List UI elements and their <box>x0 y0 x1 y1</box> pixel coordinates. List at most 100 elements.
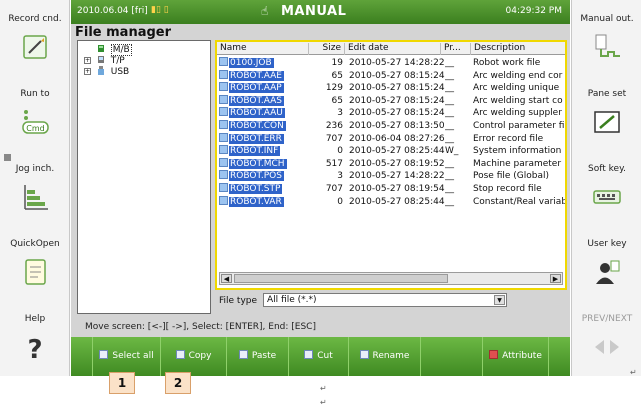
file-description: Arc welding suppler <box>473 108 562 119</box>
file-name: 0100.JOB <box>229 58 274 68</box>
folder-tree[interactable]: M/B + T/P + USB <box>77 40 211 314</box>
file-icon <box>219 170 228 180</box>
file-name-cell: ROBOT.VAR <box>219 195 315 208</box>
file-row[interactable]: ROBOT.AAE 65 2010-05-27 08:15:24 __ Arc weld… <box>217 69 565 82</box>
file-size: 19 <box>331 58 343 68</box>
prev-next-label: PREV/NEXT <box>581 314 633 324</box>
file-size: 707 <box>325 133 343 144</box>
scroll-right-arrow-icon[interactable]: ▶ <box>550 274 561 283</box>
rename-button[interactable]: Rename <box>349 337 421 376</box>
file-name: ROBOT.POS <box>229 171 284 182</box>
file-icon <box>219 107 228 117</box>
cut-label: Cut <box>317 351 333 361</box>
rename-icon <box>359 350 369 359</box>
column-description[interactable]: Description <box>471 43 565 55</box>
tree-expander[interactable]: + <box>84 57 91 64</box>
copy-button[interactable]: Copy <box>161 337 227 376</box>
file-type-value: All file (*.*) <box>267 295 317 305</box>
file-row[interactable]: ROBOT.INF 0 2010-05-27 08:25:44 W_ System in… <box>217 145 565 157</box>
tree-node-usb[interactable]: + USB <box>84 66 129 77</box>
scroll-left-arrow-icon[interactable]: ◀ <box>221 274 232 283</box>
file-icon <box>219 132 228 142</box>
file-row[interactable]: ROBOT.ERR 707 2010-06-04 08:27:26 __ Error r… <box>217 132 565 145</box>
chevron-down-icon[interactable]: ▼ <box>494 295 505 305</box>
file-type-label: File type <box>219 296 258 306</box>
file-row[interactable]: ROBOT.AAS 65 2010-05-27 08:15:24 __ Arc weld… <box>217 94 565 107</box>
file-icon <box>219 69 228 79</box>
file-icon <box>219 120 228 129</box>
file-name-cell: 0100.JOB <box>219 57 315 69</box>
paste-label: Paste <box>251 351 277 361</box>
pane-set-key[interactable]: Pane set <box>572 75 641 149</box>
file-description: Control parameter fil <box>473 121 565 131</box>
file-edit-date: 2010-05-27 08:15:24 <box>349 70 445 81</box>
file-row[interactable]: ROBOT.MCH 517 2010-05-27 08:19:52 __ Machine… <box>217 157 565 170</box>
file-row[interactable]: ROBOT.POS 3 2010-05-27 14:28:22 __ Pose file… <box>217 170 565 182</box>
file-edit-date: 2010-05-27 08:25:44 <box>349 146 445 157</box>
column-edit-date[interactable]: Edit date <box>345 43 441 55</box>
status-indicator-icons: ▮▯ ▯ <box>151 5 169 15</box>
record-cnd-key[interactable]: Record cnd. <box>0 0 70 74</box>
select-all-button[interactable]: Select all <box>93 337 161 376</box>
file-edit-date: 2010-06-04 08:27:26 <box>349 133 445 144</box>
pane-icon <box>594 111 620 133</box>
file-list[interactable]: Name Size Edit date Pr... Description 01… <box>215 40 567 290</box>
user-icon <box>596 260 620 284</box>
callout-2: 2 <box>165 372 191 394</box>
column-size[interactable]: Size <box>309 43 345 55</box>
file-name: ROBOT.AAS <box>229 95 285 106</box>
file-row[interactable]: ROBOT.AAP 129 2010-05-27 08:15:24 __ Arc wel… <box>217 82 565 94</box>
attribute-button[interactable]: Attribute <box>483 337 549 376</box>
file-name-cell: ROBOT.AAE <box>219 69 315 82</box>
tree-node-tp[interactable]: + T/P <box>84 55 125 66</box>
file-edit-date: 2010-05-27 14:28:22 <box>349 171 445 182</box>
help-key[interactable]: Help ? <box>0 300 70 374</box>
file-description: System information <box>473 146 562 157</box>
file-protect: __ <box>445 171 454 182</box>
column-protect[interactable]: Pr... <box>441 43 471 55</box>
return-mark: ↵ <box>320 398 327 407</box>
prev-next-arrows-icon <box>595 340 619 354</box>
file-edit-date: 2010-05-27 08:19:52 <box>349 158 445 169</box>
empty-function-key[interactable] <box>421 337 483 376</box>
copy-icon <box>175 350 185 359</box>
svg-text:?: ? <box>27 335 42 362</box>
paste-icon <box>238 350 248 359</box>
prev-next-key[interactable]: PREV/NEXT <box>572 300 641 374</box>
tree-node-mb[interactable]: M/B <box>84 44 132 56</box>
manual-out-label: Manual out. <box>580 14 634 24</box>
quickopen-key[interactable]: QuickOpen <box>0 225 70 299</box>
run-to-key[interactable]: Run to Cmd <box>0 75 70 149</box>
pencil-notepad-icon <box>23 35 47 59</box>
manual-out-key[interactable]: Manual out. <box>572 0 641 74</box>
file-description: Stop record file <box>473 184 542 194</box>
file-icon <box>219 145 228 155</box>
file-type-select[interactable]: All file (*.*) ▼ <box>263 293 507 307</box>
tree-node-label: USB <box>110 67 130 77</box>
select-all-icon <box>99 350 109 359</box>
file-row[interactable]: ROBOT.AAU 3 2010-05-27 08:15:24 __ Arc weldi… <box>217 107 565 119</box>
horizontal-scrollbar[interactable]: ◀ ▶ <box>219 272 563 285</box>
column-name[interactable]: Name <box>217 43 309 55</box>
cut-button[interactable]: Cut <box>289 337 349 376</box>
rename-label: Rename <box>372 351 410 361</box>
file-row[interactable]: 0100.JOB 19 2010-05-27 14:28:22 __ Robot wor… <box>217 57 565 69</box>
hand-icon: ☝ <box>261 4 269 18</box>
user-key-key[interactable]: User key <box>572 225 641 299</box>
file-row[interactable]: ROBOT.STP 707 2010-05-27 08:19:54 __ Stop re… <box>217 183 565 195</box>
quickopen-label: QuickOpen <box>10 239 60 249</box>
jog-inch-key[interactable]: Jog inch. <box>0 150 70 224</box>
soft-key-key[interactable]: Soft key. <box>572 150 641 224</box>
signal-output-icon <box>595 34 620 57</box>
tree-expander[interactable]: + <box>84 68 91 75</box>
file-size: 65 <box>331 70 343 81</box>
file-size: 707 <box>325 184 343 194</box>
file-protect: __ <box>445 121 454 131</box>
file-icon <box>219 195 228 205</box>
file-protect: __ <box>445 196 454 207</box>
file-row[interactable]: ROBOT.CON 236 2010-05-27 08:13:50 __ Control… <box>217 120 565 132</box>
scrollbar-thumb[interactable] <box>234 274 448 283</box>
paste-button[interactable]: Paste <box>227 337 289 376</box>
teach-pendant-icon <box>97 56 104 63</box>
file-row[interactable]: ROBOT.VAR 0 2010-05-27 08:25:44 __ Constant/… <box>217 195 565 208</box>
